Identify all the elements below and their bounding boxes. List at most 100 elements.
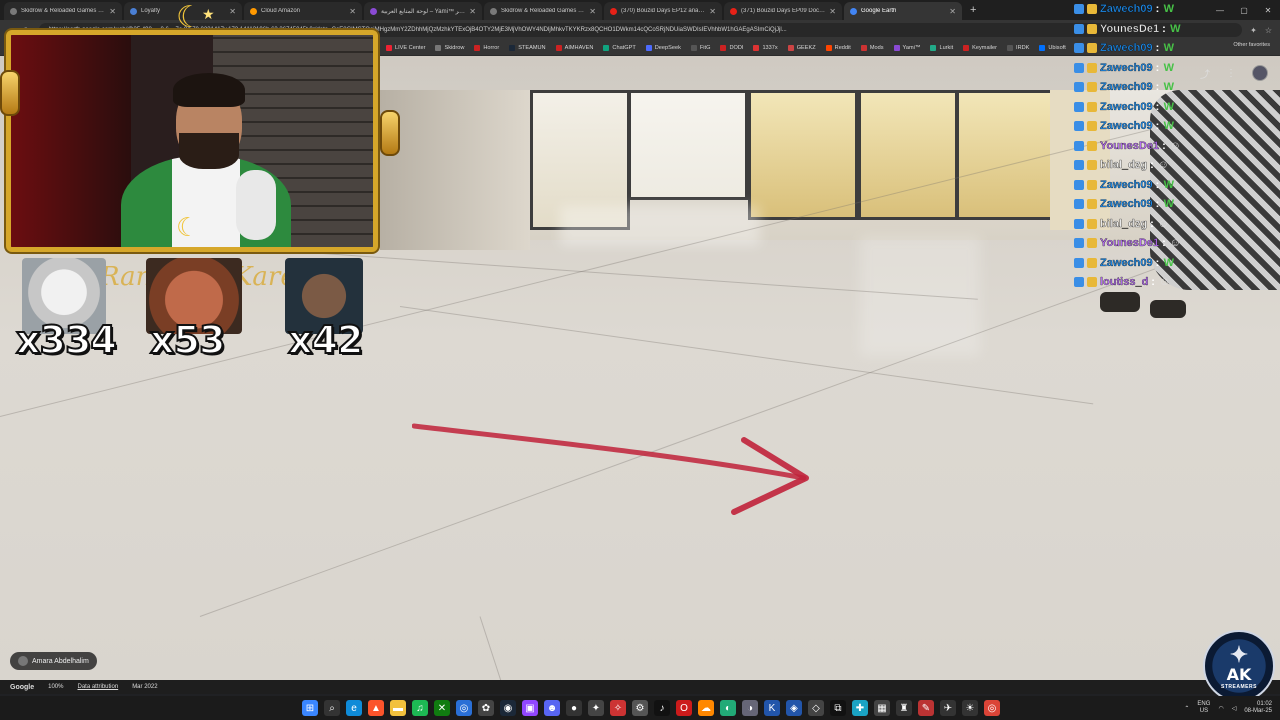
chat-message: bilal_dzg: ☺ <box>1074 215 1280 233</box>
browser-tab[interactable]: Cloud Amazon ✕ <box>244 2 362 20</box>
app-icon-6[interactable]: ◇ <box>808 700 824 716</box>
app-icon-9[interactable]: ♜ <box>896 700 912 716</box>
bookmark-link[interactable]: IRDK <box>1007 44 1029 51</box>
close-tab-icon[interactable]: ✕ <box>349 7 356 16</box>
close-tab-icon[interactable]: ✕ <box>829 7 836 16</box>
chat-username[interactable]: Zawech09 <box>1100 178 1153 190</box>
browser-tab[interactable]: (370) Bouzid Days EP12 analyses ✕ <box>604 2 722 20</box>
app-icon-5[interactable]: ◈ <box>786 700 802 716</box>
chat-username[interactable]: Zawech09 <box>1100 198 1153 210</box>
browser-tab[interactable]: Skidrow & Reloaded Games – Do ✕ <box>4 2 122 20</box>
kde-icon[interactable]: K <box>764 700 780 716</box>
bookmark-link[interactable]: Yami™ <box>893 44 920 51</box>
explorer-icon[interactable]: ▬ <box>390 700 406 716</box>
bookmark-link[interactable]: FitG <box>690 44 710 51</box>
language-indicator[interactable]: ENG US <box>1197 701 1210 715</box>
app-icon-4[interactable]: ◑ <box>742 700 758 716</box>
app-icon[interactable]: ✦ <box>588 700 604 716</box>
bookmark-link[interactable]: Reddit <box>825 44 851 51</box>
brave-icon[interactable]: ▲ <box>368 700 384 716</box>
chat-username[interactable]: YounesDe1 <box>1100 22 1159 34</box>
windows-start-icon[interactable]: ⊞ <box>302 700 318 716</box>
globe-icon[interactable]: ◎ <box>456 700 472 716</box>
bookmark-link[interactable]: GEEKZ <box>787 44 816 51</box>
close-tab-icon[interactable]: ✕ <box>589 7 596 16</box>
app-icon-3[interactable]: ◐ <box>720 700 736 716</box>
app-icon-2[interactable]: ✧ <box>610 700 626 716</box>
browser-tab[interactable]: لوحة المتابع العربية – Yami™ سحر ✕ <box>364 2 482 20</box>
browser-tab[interactable]: Google Earth ✕ <box>844 2 962 20</box>
chat-username[interactable]: Zawech09 <box>1100 3 1153 15</box>
chat-message: Zawech09: W <box>1074 0 1280 18</box>
chat-username[interactable]: bilal_dzg <box>1100 217 1147 229</box>
steam-icon[interactable]: ◉ <box>500 700 516 716</box>
bookmark-link[interactable]: Ubisoft <box>1039 44 1066 51</box>
photo-attribution-chip[interactable]: Amara Abdelhalim <box>10 652 97 670</box>
bookmark-link[interactable]: AIMHAVEN <box>555 44 593 51</box>
system-tray: ⌃ ENG US ◠ ◁ 01:02 08-Mar-25 <box>1184 696 1272 720</box>
discord-icon[interactable]: ☻ <box>544 700 560 716</box>
chevron-up-icon[interactable]: ⌃ <box>1184 705 1189 712</box>
bookmark-link[interactable]: 1337x <box>753 44 778 51</box>
app-icon-12[interactable]: ☀ <box>962 700 978 716</box>
bookmark-link[interactable]: Keymailer <box>963 44 997 51</box>
data-attribution-link[interactable]: Data attribution <box>77 684 118 690</box>
chat-username[interactable]: YounesDe1 <box>1100 237 1159 249</box>
subscriber-badge-icon <box>1074 218 1084 229</box>
logo-subtitle: STREAMERS <box>1221 684 1257 690</box>
chat-username[interactable]: bilal_dzg <box>1100 159 1147 171</box>
chatgpt-icon[interactable]: ✿ <box>478 700 494 716</box>
capcut-icon[interactable]: ⧉ <box>830 700 846 716</box>
bookmark-link[interactable]: Lurkit <box>930 44 953 51</box>
bits-badge-icon <box>1087 277 1097 287</box>
cloud-icon[interactable]: ☁ <box>698 700 714 716</box>
bookmark-link[interactable]: DeepSeek <box>645 44 681 51</box>
close-tab-icon[interactable]: ✕ <box>469 7 476 16</box>
obs-icon[interactable]: ● <box>566 700 582 716</box>
chat-username[interactable]: Zawech09 <box>1100 120 1153 132</box>
xbox-icon[interactable]: ✕ <box>434 700 450 716</box>
chat-username[interactable]: Zawech09 <box>1100 42 1153 54</box>
app-icon-10[interactable]: ✎ <box>918 700 934 716</box>
bookmark-link[interactable]: ChatGPT <box>603 44 636 51</box>
search-icon[interactable]: ⌕ <box>324 700 340 716</box>
app-icon-8[interactable]: ▦ <box>874 700 890 716</box>
browser-tab[interactable]: (371) Bouzid Days EP09 Docteur p ✕ <box>724 2 842 20</box>
taskbar-apps: ⊞ ⌕ e ▲ ▬ ♫ ✕ ◎ ✿ ◉ ▣ ☻ ● ✦ ✧ ⚙ ♪ O ☁ ◐ ◑ K ◈ ◇ ⧉ ✚ ▦ ♜ ✎ ✈ ☀ ◎ <box>302 696 1000 720</box>
close-tab-icon[interactable]: ✕ <box>229 7 236 16</box>
bookmark-link[interactable]: Skidrow <box>435 44 464 51</box>
bookmark-link[interactable]: Mods <box>860 44 884 51</box>
chat-username[interactable]: Zawech09 <box>1100 256 1153 268</box>
new-tab-button[interactable]: + <box>964 4 982 16</box>
tiktok-icon[interactable]: ♪ <box>654 700 670 716</box>
app-icon-11[interactable]: ✈ <box>940 700 956 716</box>
twitch-icon[interactable]: ▣ <box>522 700 538 716</box>
subscriber-badge-icon <box>1074 160 1084 170</box>
bookmark-link[interactable]: LIVE Center <box>386 44 425 51</box>
chat-username[interactable]: loutiss_d <box>1100 276 1149 288</box>
emote-count-face: x53 <box>149 317 226 363</box>
close-tab-icon[interactable]: ✕ <box>949 7 956 16</box>
opera-icon[interactable]: O <box>676 700 692 716</box>
bookmark-link[interactable]: DODI <box>720 44 743 51</box>
wifi-icon[interactable]: ◠ <box>1218 705 1223 712</box>
chat-username[interactable]: Zawech09 <box>1100 81 1153 93</box>
chat-emote: ☺ <box>1169 139 1181 152</box>
app-icon-7[interactable]: ✚ <box>852 700 868 716</box>
browser-tab[interactable]: Skidrow & Reloaded Games – Do ✕ <box>484 2 602 20</box>
chrome-icon[interactable]: ◎ <box>984 700 1000 716</box>
volume-icon[interactable]: ◁ <box>1232 705 1237 712</box>
chat-username[interactable]: Zawech09 <box>1100 61 1153 73</box>
close-tab-icon[interactable]: ✕ <box>109 7 116 16</box>
bookmark-link[interactable]: STEAMUN <box>509 44 546 51</box>
clock[interactable]: 01:02 08-Mar-25 <box>1244 701 1272 715</box>
spotify-icon[interactable]: ♫ <box>412 700 428 716</box>
close-tab-icon[interactable]: ✕ <box>709 7 716 16</box>
settings-icon[interactable]: ⚙ <box>632 700 648 716</box>
edge-icon[interactable]: e <box>346 700 362 716</box>
bookmark-link[interactable]: Horror <box>474 44 499 51</box>
tab-title: (370) Bouzid Days EP12 analyses <box>621 8 706 14</box>
chat-username[interactable]: YounesDe1 <box>1100 139 1159 151</box>
tab-favicon-icon <box>250 7 257 15</box>
chat-username[interactable]: Zawech09 <box>1100 100 1153 112</box>
